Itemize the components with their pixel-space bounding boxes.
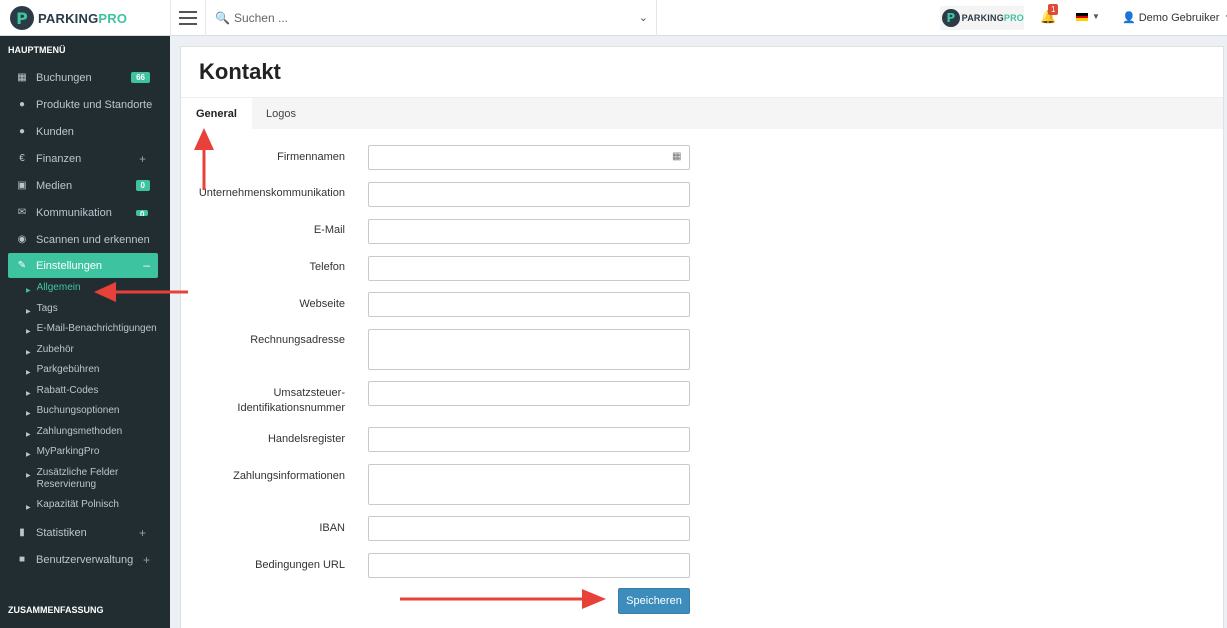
arrow-left-allgemein-head (94, 282, 116, 302)
arrow-up-general-head (194, 128, 214, 150)
arrow-right-save-head (582, 589, 606, 609)
annotation-arrows (94, 128, 606, 609)
